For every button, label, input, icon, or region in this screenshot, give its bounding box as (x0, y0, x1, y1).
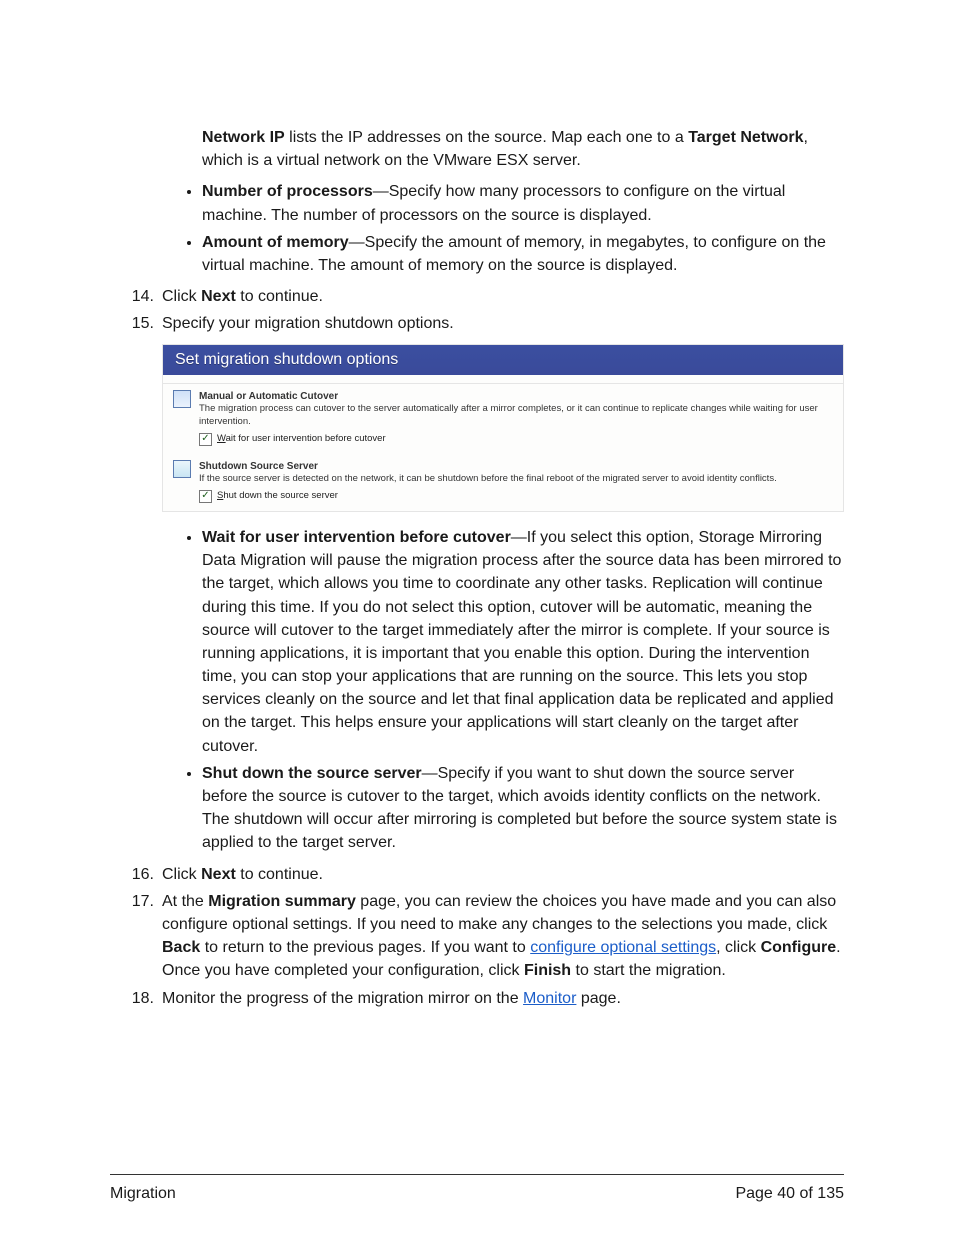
text: , click (716, 939, 760, 956)
next-bold: Next (201, 288, 236, 305)
step-16: 16. Click Next to continue. (110, 863, 844, 886)
manual-cutover-section: Manual or Automatic Cutover The migratio… (163, 384, 843, 454)
section-description: If the source server is detected on the … (199, 473, 833, 486)
section-heading: Shutdown Source Server (199, 460, 833, 474)
text: Monitor the progress of the migration mi… (162, 990, 523, 1007)
next-bold: Next (201, 866, 236, 883)
migration-summary-bold: Migration summary (208, 893, 356, 910)
step-15: 15. Specify your migration shutdown opti… (110, 312, 844, 335)
monitor-link[interactable]: Monitor (523, 990, 576, 1007)
bullet-mem: Amount of memory—Specify the amount of m… (202, 231, 844, 277)
step-14: 14. Click Next to continue. (110, 285, 844, 308)
check-icon: ✓ (201, 491, 209, 501)
step-18: 18. Monitor the progress of the migratio… (110, 987, 844, 1010)
text: Click (162, 288, 201, 305)
wait-cutover-checkbox[interactable]: ✓ Wait for user intervention before cuto… (199, 433, 386, 446)
section-description: The migration process can cutover to the… (199, 403, 833, 429)
text: to start the migration. (571, 962, 726, 979)
target-network-bold: Target Network (688, 129, 803, 146)
step-number: 18. (110, 987, 162, 1010)
top-bullets: Number of processors—Specify how many pr… (172, 180, 844, 277)
page-footer: Migration Page 40 of 135 (110, 1174, 844, 1203)
bullet-nproc: Number of processors—Specify how many pr… (202, 180, 844, 226)
checkbox-label: Wait for user intervention before cutove… (217, 433, 386, 446)
shutdown-source-section: Shutdown Source Server If the source ser… (163, 454, 843, 511)
mem-bold: Amount of memory (202, 234, 349, 251)
step-17: 17. At the Migration summary page, you c… (110, 890, 844, 983)
text: page. (576, 990, 620, 1007)
step-body: Click Next to continue. (162, 285, 844, 308)
network-ip-bold: Network IP (202, 129, 285, 146)
shutdown-options-dialog: Set migration shutdown options Manual or… (162, 344, 844, 512)
text: Click (162, 866, 201, 883)
server-icon (173, 460, 191, 478)
step-body: Click Next to continue. (162, 863, 844, 886)
label-rest: ait for user intervention before cutover (226, 433, 386, 444)
back-bold: Back (162, 939, 200, 956)
text: At the (162, 893, 208, 910)
text: —If you select this option, Storage Mirr… (202, 529, 841, 755)
info-icon (173, 390, 191, 408)
page: Network IP lists the IP addresses on the… (0, 0, 954, 1235)
section-content: Shutdown Source Server If the source ser… (199, 460, 833, 503)
option-bullets: Wait for user intervention before cutove… (172, 526, 844, 855)
section-content: Manual or Automatic Cutover The migratio… (199, 390, 833, 446)
configure-bold: Configure (761, 939, 837, 956)
step-number: 16. (110, 863, 162, 886)
text: to continue. (236, 866, 323, 883)
mnemonic: W (217, 433, 226, 444)
network-ip-para: Network IP lists the IP addresses on the… (202, 126, 844, 172)
checkbox-label: Shut down the source server (217, 490, 338, 503)
dialog-separator (163, 375, 843, 384)
text: to continue. (236, 288, 323, 305)
footer-section: Migration (110, 1185, 176, 1203)
finish-bold: Finish (524, 962, 571, 979)
nproc-bold: Number of processors (202, 183, 373, 200)
wait-bold: Wait for user intervention before cutove… (202, 529, 511, 546)
step-number: 14. (110, 285, 162, 308)
text: to return to the previous pages. If you … (200, 939, 530, 956)
checkbox-box: ✓ (199, 433, 212, 446)
section-heading: Manual or Automatic Cutover (199, 390, 833, 404)
bullet-wait: Wait for user intervention before cutove… (202, 526, 844, 758)
shut-bold: Shut down the source server (202, 765, 422, 782)
step-number: 15. (110, 312, 162, 335)
step-body: At the Migration summary page, you can r… (162, 890, 844, 983)
dialog-title: Set migration shutdown options (163, 345, 843, 375)
text: lists the IP addresses on the source. Ma… (285, 129, 689, 146)
step-number: 17. (110, 890, 162, 983)
shutdown-source-checkbox[interactable]: ✓ Shut down the source server (199, 490, 338, 503)
step-body: Monitor the progress of the migration mi… (162, 987, 844, 1010)
footer-page: Page 40 of 135 (735, 1185, 844, 1203)
step-body: Specify your migration shutdown options. (162, 312, 844, 335)
configure-optional-settings-link[interactable]: configure optional settings (530, 939, 716, 956)
bullet-shut: Shut down the source server—Specify if y… (202, 762, 844, 855)
check-icon: ✓ (201, 434, 209, 444)
label-rest: hut down the source server (223, 490, 338, 501)
checkbox-box: ✓ (199, 490, 212, 503)
